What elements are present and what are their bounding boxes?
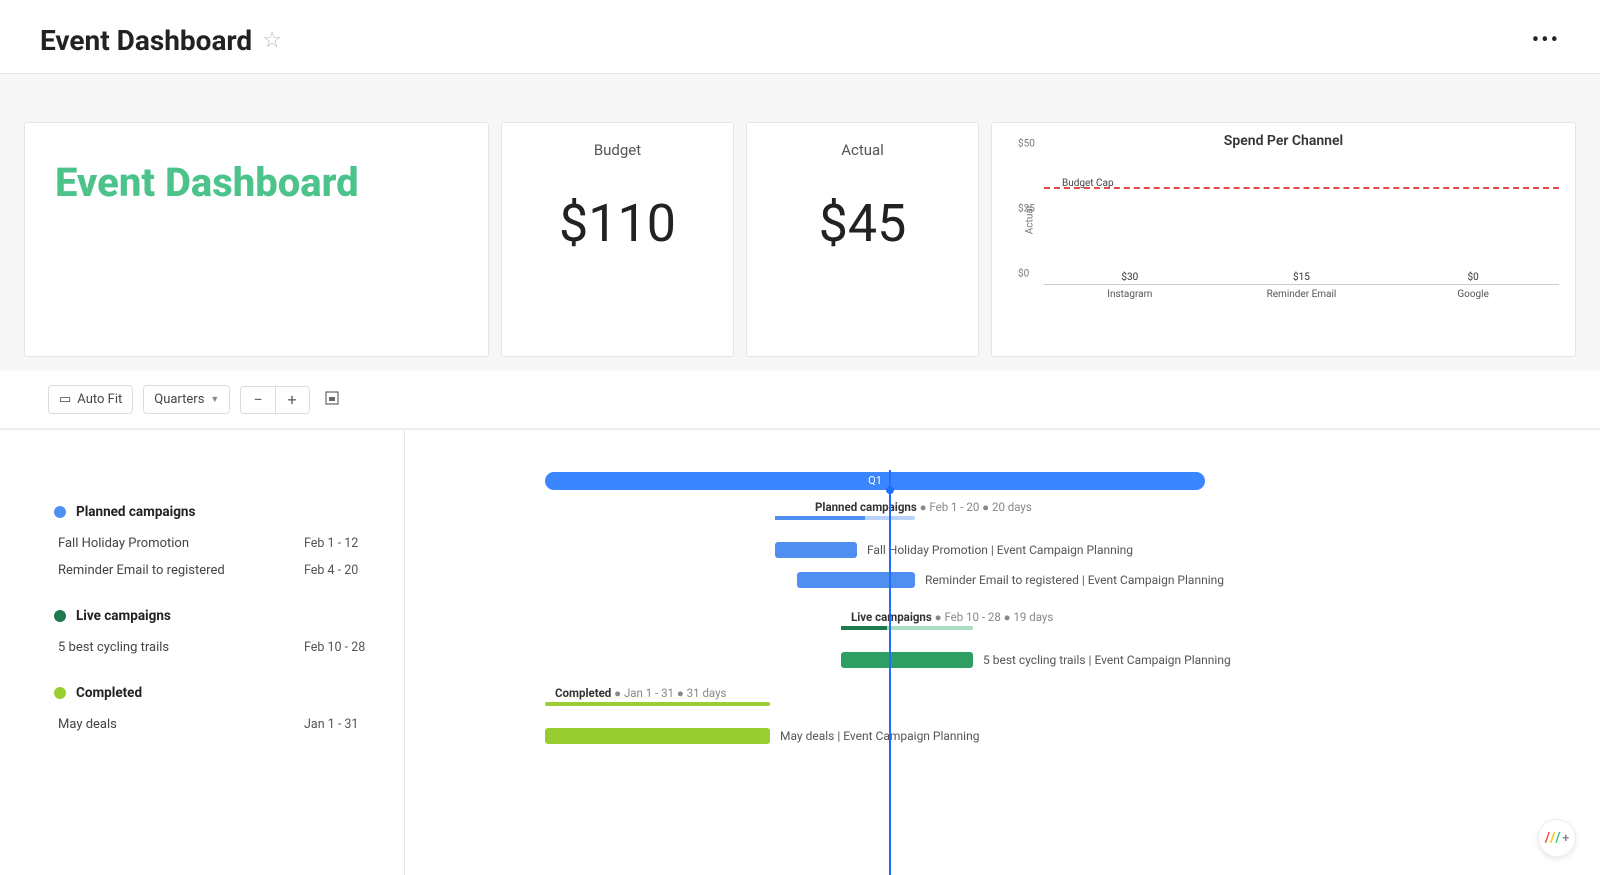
chart-bar[interactable]: $0 <box>1388 272 1558 285</box>
gantt-group-name: Completed <box>76 685 142 701</box>
gantt-task-name: Reminder Email to registered <box>54 563 304 578</box>
budget-value: $110 <box>559 193 676 254</box>
gantt-summary-meta: ● Feb 1 - 20 ● 20 days <box>920 500 1032 514</box>
chart-x-label: Instagram <box>1045 289 1215 300</box>
gantt-task-dates: Feb 4 - 20 <box>304 563 404 578</box>
autofit-button[interactable]: ▭ Auto Fit <box>48 385 133 414</box>
chart-bar[interactable]: $15 <box>1217 272 1387 285</box>
actual-label: Actual <box>841 141 884 159</box>
gantt-summary-bar[interactable]: Completed ● Jan 1 - 31 ● 31 days <box>545 702 770 706</box>
gantt-summary-label: Live campaigns <box>851 610 932 624</box>
more-menu-icon[interactable]: ••• <box>1532 28 1560 53</box>
gantt-task-bar-label: 5 best cycling trails | Event Campaign P… <box>983 652 1231 668</box>
zoom-out-button[interactable]: − <box>241 387 274 413</box>
gantt-summary-meta: ● Jan 1 - 31 ● 31 days <box>614 686 726 700</box>
calendar-icon: ▭ <box>59 392 71 407</box>
gantt-task-dates: Feb 10 - 28 <box>304 640 404 655</box>
chart-bar-value: $0 <box>1468 272 1479 283</box>
star-icon[interactable]: ☆ <box>262 28 282 53</box>
granularity-label: Quarters <box>154 392 204 407</box>
gantt-task-dates: Feb 1 - 12 <box>304 536 404 551</box>
gantt-task-row[interactable]: Reminder Email to registered Feb 4 - 20 <box>54 557 404 584</box>
spend-chart-card: Spend Per Channel Actual $0 $25 $50 Budg… <box>991 122 1576 357</box>
chart-x-label: Google <box>1388 289 1558 300</box>
gantt-task-list: Planned campaigns Fall Holiday Promotion… <box>0 430 405 875</box>
gantt-task-bar[interactable]: 5 best cycling trails | Event Campaign P… <box>841 652 973 668</box>
floating-action-button[interactable]: ///+ <box>1538 819 1576 857</box>
zoom-in-button[interactable]: + <box>275 387 309 413</box>
gantt-group-name: Planned campaigns <box>76 504 195 520</box>
gantt-task-row[interactable]: Fall Holiday Promotion Feb 1 - 12 <box>54 530 404 557</box>
gantt-task-bar[interactable]: Reminder Email to registered | Event Cam… <box>797 572 915 588</box>
gantt-task-name: Fall Holiday Promotion <box>54 536 304 551</box>
chart-bar-value: $30 <box>1121 272 1138 283</box>
chart-y-tick: $50 <box>1018 139 1035 150</box>
gantt-summary-bar[interactable]: Live campaigns ● Feb 10 - 28 ● 19 days <box>841 626 973 630</box>
gantt-summary-bar[interactable]: Planned campaigns ● Feb 1 - 20 ● 20 days <box>775 516 915 520</box>
chart-plot-area: Actual $0 $25 $50 Budget Cap $30 $15 <box>1044 155 1559 285</box>
chart-y-tick: $25 <box>1018 204 1035 215</box>
gantt-task-bar-label: May deals | Event Campaign Planning <box>780 728 979 744</box>
hero-title: Event Dashboard <box>55 159 359 206</box>
chart-bar[interactable]: $30 <box>1045 272 1215 285</box>
gantt-task-bar[interactable]: May deals | Event Campaign Planning <box>545 728 770 744</box>
gantt-task-bar-label: Fall Holiday Promotion | Event Campaign … <box>867 542 1133 558</box>
chart-bar-value: $15 <box>1293 272 1310 283</box>
gantt-group-header[interactable]: Live campaigns <box>54 608 404 624</box>
gantt-timeline[interactable]: Q1 Planned campaigns ● Feb 1 - 20 ● 20 d… <box>405 430 1600 875</box>
gantt-summary-meta: ● Feb 10 - 28 ● 19 days <box>935 610 1054 624</box>
budget-kpi-card: Budget $110 <box>501 122 734 357</box>
gantt-today-dot <box>886 486 894 494</box>
status-dot <box>54 687 66 699</box>
gantt-task-bar-label: Reminder Email to registered | Event Cam… <box>925 572 1224 588</box>
chart-y-tick: $0 <box>1018 269 1029 280</box>
autofit-label: Auto Fit <box>77 392 122 407</box>
status-dot <box>54 506 66 518</box>
zoom-control: − + <box>240 386 309 414</box>
gantt-task-row[interactable]: May deals Jan 1 - 31 <box>54 711 404 738</box>
gantt-task-dates: Jan 1 - 31 <box>304 717 404 732</box>
actual-kpi-card: Actual $45 <box>746 122 979 357</box>
budget-label: Budget <box>594 141 641 159</box>
gantt-task-name: May deals <box>54 717 304 732</box>
gantt-quarter-bar[interactable]: Q1 <box>545 472 1205 490</box>
gantt-group-header[interactable]: Completed <box>54 685 404 701</box>
chevron-down-icon: ▼ <box>210 394 219 405</box>
gantt-summary-label: Completed <box>555 686 611 700</box>
gantt-summary-label: Planned campaigns <box>815 500 917 514</box>
chart-x-label: Reminder Email <box>1217 289 1387 300</box>
gantt-task-row[interactable]: 5 best cycling trails Feb 10 - 28 <box>54 634 404 661</box>
granularity-dropdown[interactable]: Quarters ▼ <box>143 385 230 414</box>
status-dot <box>54 610 66 622</box>
hero-card: Event Dashboard <box>24 122 489 357</box>
gantt-today-line <box>889 470 891 875</box>
gantt-task-name: 5 best cycling trails <box>54 640 304 655</box>
gantt-group-name: Live campaigns <box>76 608 171 624</box>
chart-title: Spend Per Channel <box>1008 133 1559 149</box>
actual-value: $45 <box>819 193 907 254</box>
gantt-task-bar[interactable]: Fall Holiday Promotion | Event Campaign … <box>775 542 857 558</box>
gantt-group-header[interactable]: Planned campaigns <box>54 504 404 520</box>
page-title: Event Dashboard <box>40 24 252 57</box>
export-icon[interactable] <box>320 386 344 414</box>
